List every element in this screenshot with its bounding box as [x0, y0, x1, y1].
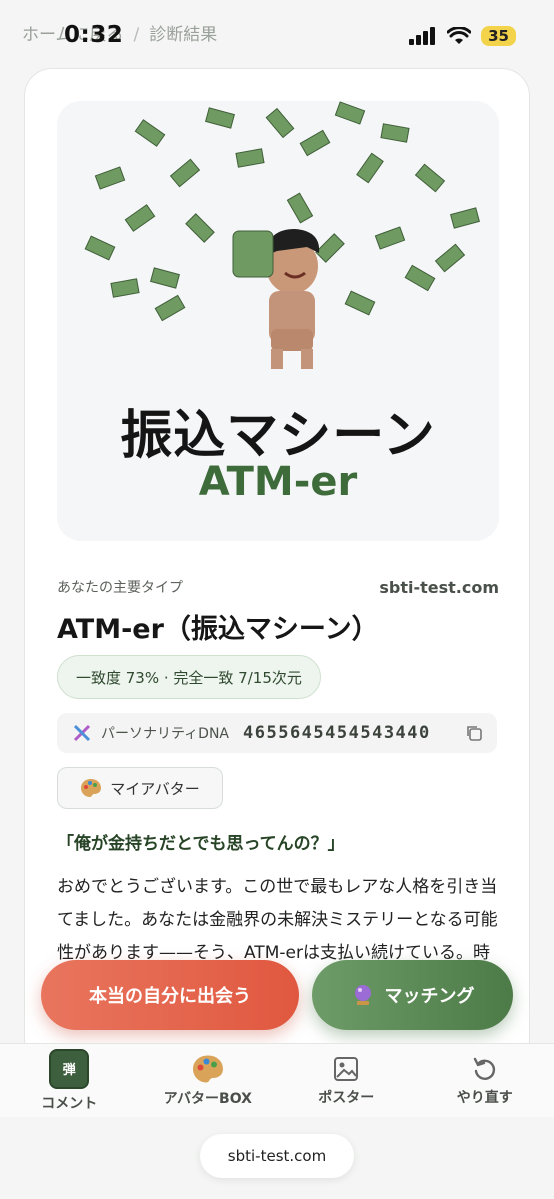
status-bar: ホームに戻る / 診断結果 0:32 35: [0, 0, 554, 70]
refresh-icon: [473, 1057, 495, 1080]
signal-icon: [409, 27, 436, 45]
hero-title: 振込マシーン: [120, 406, 436, 466]
image-icon: [334, 1056, 359, 1081]
tab-comment[interactable]: 弾 コメント: [9, 1048, 129, 1113]
result-card: 振込マシーン ATM-er あなたの主要タイプ sbti-test.com AT…: [24, 68, 530, 1068]
hero-illustration: 振込マシーン ATM-er: [57, 101, 499, 541]
battery-indicator: 35: [481, 26, 516, 46]
tab-comment-label: コメント: [41, 1095, 98, 1112]
tab-restart-label: やり直す: [456, 1089, 513, 1106]
dna-label: パーソナリティDNA: [101, 726, 229, 742]
dna-icon: [73, 724, 91, 742]
clock: 0:32: [64, 22, 124, 48]
tab-avatar-box[interactable]: アバターBOX: [148, 1054, 268, 1108]
comment-icon: 弾: [49, 1048, 90, 1089]
url-bar[interactable]: sbti-test.com: [200, 1134, 354, 1178]
dna-row: パーソナリティDNA 4655645454543440: [57, 713, 497, 753]
dna-code: 4655645454543440: [243, 723, 431, 743]
crystal-ball-icon: [354, 985, 371, 1005]
hero-subtitle: ATM-er: [198, 459, 358, 505]
palette-icon: [192, 1055, 223, 1082]
wifi-icon: [447, 27, 472, 44]
type-title: ATM-er（振込マシーン）: [57, 614, 379, 645]
tab-poster[interactable]: ポスター: [286, 1055, 406, 1107]
site-label: sbti-test.com: [379, 577, 499, 597]
tab-poster-label: ポスター: [318, 1089, 375, 1106]
palette-icon: [81, 779, 102, 797]
breadcrumb-separator: /: [133, 25, 140, 45]
type-label: あなたの主要タイプ: [57, 580, 183, 596]
bottom-tab-bar: 弾 コメント アバターBOX ポスター やり直す: [0, 1043, 554, 1117]
matching-button[interactable]: マッチング: [312, 960, 513, 1030]
match-badge: 一致度 73% · 完全一致 7/15次元: [57, 655, 321, 699]
character-figure: [232, 229, 320, 369]
money-rain-illustration: [84, 101, 480, 369]
matching-label: マッチング: [384, 986, 475, 1007]
breadcrumb-current: 診断結果: [149, 25, 218, 45]
status-icons: 35: [409, 26, 516, 46]
tab-avatar-box-label: アバターBOX: [163, 1090, 252, 1107]
my-avatar-label: マイアバター: [110, 779, 200, 798]
meet-true-self-button[interactable]: 本当の自分に出会う: [41, 960, 299, 1030]
tab-restart[interactable]: やり直す: [425, 1055, 545, 1107]
quote-text: 「俺が金持ちだとでも思ってんの？」: [57, 834, 345, 854]
meta-row: あなたの主要タイプ sbti-test.com: [57, 577, 499, 597]
copy-icon[interactable]: [465, 724, 483, 742]
my-avatar-button[interactable]: マイアバター: [57, 767, 223, 809]
